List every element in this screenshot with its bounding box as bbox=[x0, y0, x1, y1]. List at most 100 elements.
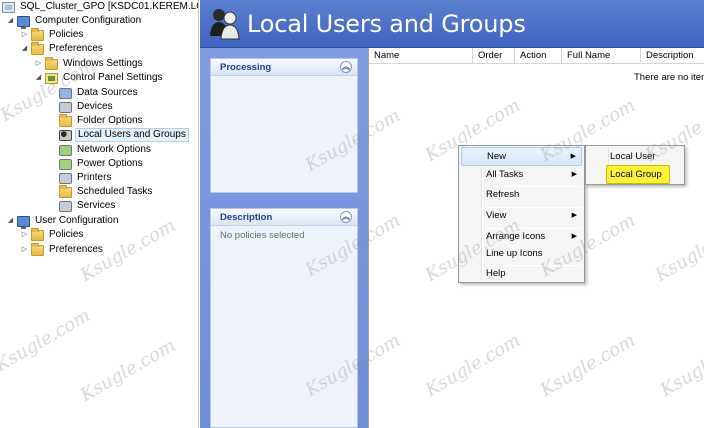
tree-item-label: Power Options bbox=[77, 158, 143, 169]
column-order[interactable]: Order bbox=[473, 48, 515, 64]
folder-icon bbox=[31, 27, 44, 41]
tree-item-label: Network Options bbox=[77, 144, 151, 155]
tree-item-label: Computer Configuration bbox=[35, 15, 142, 26]
menu-item-line-up-icons[interactable]: Line up Icons bbox=[461, 244, 582, 263]
menu-item-refresh[interactable]: Refresh bbox=[461, 185, 582, 204]
control-panel-icon bbox=[45, 72, 58, 84]
menu-item-label: Local User bbox=[610, 151, 656, 162]
task-pane: Processing ︽ Description ︽ No policies s… bbox=[200, 48, 368, 428]
menu-item-all-tasks[interactable]: All Tasks ▶ bbox=[461, 165, 582, 184]
description-text: No policies selected bbox=[220, 230, 305, 241]
collapse-chevron-icon[interactable]: ︽ bbox=[340, 61, 352, 73]
tree-item-label: Data Sources bbox=[77, 87, 138, 98]
users-group-icon bbox=[210, 9, 240, 40]
computer-icon bbox=[17, 15, 30, 29]
tree-item-devices[interactable]: Devices bbox=[59, 100, 115, 114]
processing-panel: Processing ︽ bbox=[210, 58, 358, 193]
tree-item-control-panel-settings[interactable]: ◢ Control Panel Settings bbox=[34, 71, 165, 85]
tree-item-services[interactable]: Services bbox=[59, 199, 117, 213]
tree-item-scheduled-tasks[interactable]: Scheduled Tasks bbox=[59, 184, 154, 199]
expand-arrow-icon[interactable]: ▷ bbox=[20, 243, 29, 257]
scheduled-tasks-icon bbox=[59, 184, 72, 198]
menu-item-label: Refresh bbox=[486, 189, 520, 200]
column-header: Name Order Action Full Name Description bbox=[369, 48, 704, 64]
tree-item-label: Printers bbox=[77, 172, 112, 183]
tree-item-local-users-and-groups[interactable]: Local Users and Groups bbox=[59, 128, 189, 142]
tree-item-printers[interactable]: Printers bbox=[59, 171, 113, 185]
menu-item-new[interactable]: New ▶ bbox=[461, 147, 582, 166]
tree-item-preferences[interactable]: ◢ Preferences bbox=[20, 41, 105, 56]
tree-root[interactable]: SQL_Cluster_GPO [KSDC01.KEREM.LOCAL] bbox=[2, 0, 198, 14]
menu-item-help[interactable]: Help bbox=[461, 264, 582, 283]
tree-item-policies[interactable]: ▷ Policies bbox=[20, 27, 85, 42]
menu-item-local-group[interactable]: Local Group bbox=[606, 165, 670, 184]
menu-item-view[interactable]: View ▶ bbox=[461, 206, 582, 225]
processing-title: Processing bbox=[220, 62, 272, 73]
menu-item-label: Line up Icons bbox=[486, 248, 543, 259]
tree-item-label: Scheduled Tasks bbox=[77, 186, 153, 197]
users-icon bbox=[59, 129, 72, 141]
expand-arrow-icon[interactable]: ▷ bbox=[20, 28, 29, 42]
column-description[interactable]: Description bbox=[641, 48, 704, 64]
collapse-arrow-icon[interactable]: ◢ bbox=[20, 42, 29, 56]
tree-item-label: Devices bbox=[77, 101, 113, 112]
tree-item-folder-options[interactable]: Folder Options bbox=[59, 113, 145, 128]
processing-panel-header[interactable]: Processing ︽ bbox=[211, 59, 357, 76]
devices-icon bbox=[59, 101, 72, 113]
menu-item-local-user[interactable]: Local User bbox=[588, 147, 682, 166]
snapin-header: Local Users and Groups bbox=[200, 0, 704, 48]
folder-icon bbox=[31, 242, 44, 256]
console-tree[interactable]: SQL_Cluster_GPO [KSDC01.KEREM.LOCAL] ◢ C… bbox=[0, 0, 199, 428]
tree-item-label: Preferences bbox=[49, 244, 103, 255]
tree-item-user-policies[interactable]: ▷ Policies bbox=[20, 227, 85, 242]
description-panel: Description ︽ No policies selected bbox=[210, 208, 358, 428]
collapse-arrow-icon[interactable]: ◢ bbox=[6, 214, 15, 228]
tree-item-user-configuration[interactable]: ◢ User Configuration bbox=[6, 214, 120, 229]
expand-arrow-icon[interactable]: ▷ bbox=[34, 57, 43, 71]
collapse-chevron-icon[interactable]: ︽ bbox=[340, 211, 352, 223]
network-icon bbox=[59, 144, 72, 156]
gpo-icon bbox=[2, 1, 15, 13]
tree-item-label: Local Users and Groups bbox=[75, 128, 189, 142]
tree-item-network-options[interactable]: Network Options bbox=[59, 143, 153, 157]
menu-item-label: Help bbox=[486, 268, 506, 279]
tree-item-label: Control Panel Settings bbox=[63, 72, 163, 83]
context-menu: New ▶ All Tasks ▶ Refresh View ▶ Arrange… bbox=[458, 145, 585, 283]
folder-icon bbox=[45, 56, 58, 70]
page-title: Local Users and Groups bbox=[247, 10, 526, 38]
empty-list-message: There are no items bbox=[634, 72, 704, 83]
folder-icon bbox=[31, 227, 44, 241]
collapse-arrow-icon[interactable]: ◢ bbox=[6, 14, 15, 28]
tree-item-label: Services bbox=[77, 200, 116, 211]
tree-item-power-options[interactable]: Power Options bbox=[59, 157, 145, 171]
printer-icon bbox=[59, 172, 72, 184]
submenu-arrow-icon: ▶ bbox=[570, 153, 576, 160]
tree-item-label: Preferences bbox=[49, 43, 103, 54]
column-full-name[interactable]: Full Name bbox=[562, 48, 641, 64]
menu-item-label: New bbox=[487, 151, 507, 162]
tree-item-windows-settings[interactable]: ▷ Windows Settings bbox=[34, 56, 144, 71]
tree-item-data-sources[interactable]: Data Sources bbox=[59, 86, 140, 100]
tree-item-computer-configuration[interactable]: ◢ Computer Configuration bbox=[6, 14, 143, 29]
folder-icon bbox=[31, 41, 44, 55]
submenu-arrow-icon: ▶ bbox=[571, 212, 577, 219]
user-icon bbox=[17, 215, 30, 229]
collapse-arrow-icon[interactable]: ◢ bbox=[34, 71, 43, 85]
column-action[interactable]: Action bbox=[515, 48, 562, 64]
services-icon bbox=[59, 200, 72, 212]
tree-item-label: Policies bbox=[49, 29, 84, 40]
menu-item-label: All Tasks bbox=[486, 169, 524, 180]
folder-options-icon bbox=[59, 113, 72, 127]
tree-item-label: Windows Settings bbox=[63, 58, 143, 69]
column-name[interactable]: Name bbox=[369, 48, 473, 64]
description-title: Description bbox=[220, 212, 273, 223]
power-icon bbox=[59, 158, 72, 170]
submenu-arrow-icon: ▶ bbox=[571, 171, 577, 178]
tree-item-label: Folder Options bbox=[77, 115, 143, 126]
tree-item-label: User Configuration bbox=[35, 215, 119, 226]
menu-item-label: View bbox=[486, 210, 507, 221]
description-panel-header[interactable]: Description ︽ bbox=[211, 209, 357, 226]
menu-item-label: Local Group bbox=[610, 169, 662, 180]
tree-item-user-preferences[interactable]: ▷ Preferences bbox=[20, 242, 105, 257]
expand-arrow-icon[interactable]: ▷ bbox=[20, 228, 29, 242]
